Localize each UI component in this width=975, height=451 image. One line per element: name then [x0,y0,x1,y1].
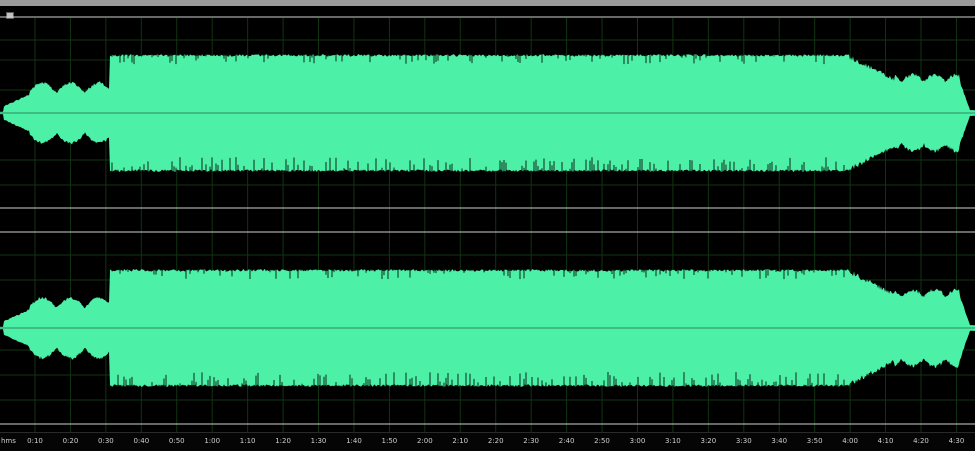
ruler-tick-label: 2:10 [452,437,469,445]
ruler-tick-label: 1:10 [239,437,256,445]
ruler-tick-label: 3:50 [806,437,823,445]
right-channel-waveform [0,269,975,387]
ruler-tick-label: 0:20 [62,437,79,445]
ruler-tick-label: 3:10 [665,437,681,445]
ruler-tick-label: 1:00 [204,437,221,445]
ruler-tick-label: 4:10 [877,437,894,445]
ruler-tick-label: 1:50 [381,437,398,445]
ruler-tick-label: 1:20 [275,437,291,445]
ruler-tick-label: 2:40 [558,437,575,445]
waveform-display[interactable] [0,0,975,432]
waveform-editor[interactable]: hms 0:10 0:20 0:30 0:40 0:50 1:00 1:10 1:20 1:30… [0,0,975,451]
ruler-tick-label: 3:20 [700,437,717,445]
ruler-tick-label: 4:20 [913,437,929,445]
ruler-unit-label: hms [1,437,16,445]
ruler-tick-label: 3:40 [771,437,788,445]
ruler-tick-label: 2:00 [416,437,433,445]
ruler-tick-label: 2:50 [594,437,610,445]
ruler-tick-label: 4:00 [842,437,858,445]
ruler-tick-label: 1:30 [310,437,327,445]
ruler-tick-label: 4:30 [948,437,965,445]
ruler-tick-label: 0:10 [27,437,43,445]
ruler-tick-label: 1:40 [346,437,362,445]
left-channel-waveform [0,54,975,172]
ruler-tick-label: 0:40 [133,437,150,445]
ruler-tick-label: 2:20 [487,437,504,445]
ruler-tick-label: 3:00 [629,437,646,445]
ruler-tick-label: 0:30 [98,437,114,445]
ruler-tick-label: 3:30 [735,437,752,445]
ruler-tick-label: 2:30 [523,437,540,445]
ruler-tick-label: 0:50 [168,437,185,445]
